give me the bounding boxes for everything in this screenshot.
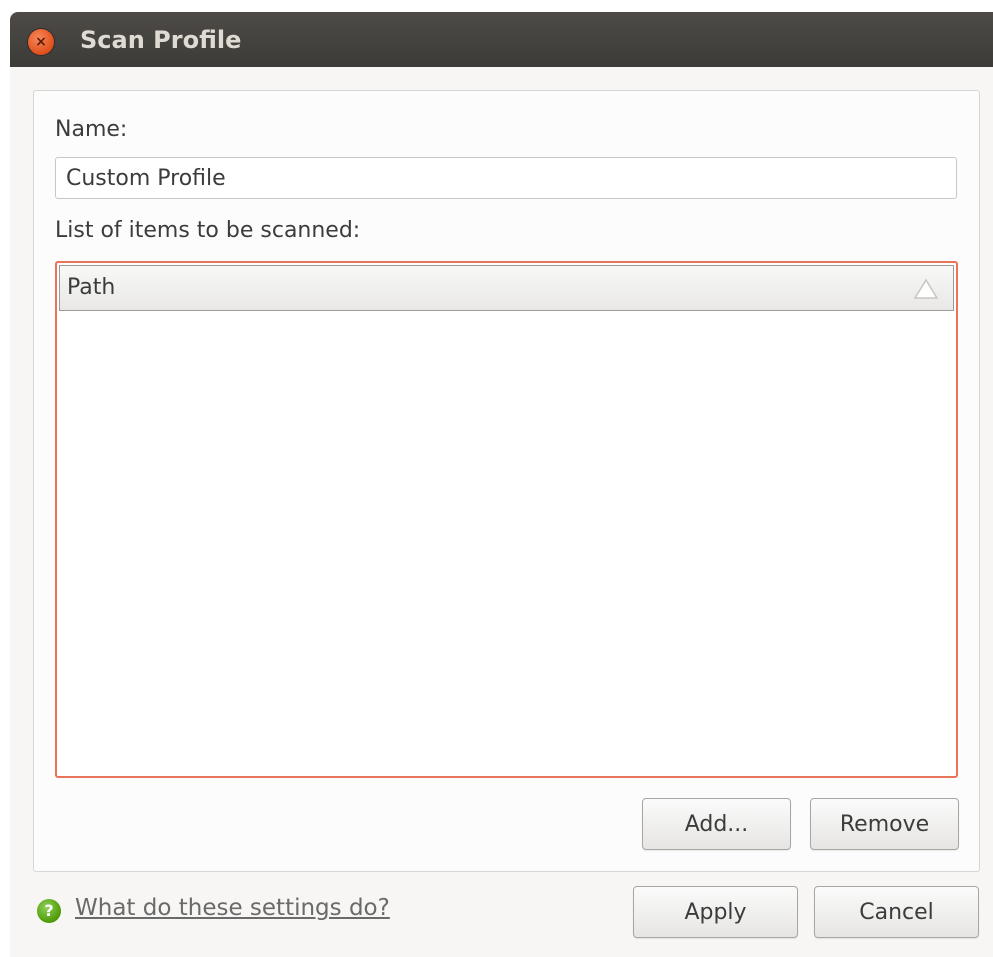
scan-items-label: List of items to be scanned: xyxy=(55,218,361,243)
add-button[interactable]: Add... xyxy=(642,798,791,850)
close-window-button[interactable]: × xyxy=(28,29,54,55)
sort-triangle-icon xyxy=(913,278,939,299)
path-column-label: Path xyxy=(67,275,116,300)
window-title: Scan Profile xyxy=(80,26,242,54)
scan-profile-dialog: × Scan Profile Name: List of items to be… xyxy=(10,12,993,957)
help-icon: ? xyxy=(37,899,61,923)
title-bar: × Scan Profile xyxy=(10,12,993,67)
profile-name-input[interactable] xyxy=(55,157,957,199)
apply-button[interactable]: Apply xyxy=(633,886,798,938)
remove-button[interactable]: Remove xyxy=(810,798,959,850)
path-column-header[interactable]: Path xyxy=(59,265,954,311)
name-label: Name: xyxy=(55,117,128,142)
profile-settings-panel: Name: List of items to be scanned: Path … xyxy=(33,90,980,872)
scan-items-list[interactable]: Path xyxy=(55,261,958,778)
cancel-button[interactable]: Cancel xyxy=(814,886,979,938)
close-icon: × xyxy=(35,34,47,50)
help-link[interactable]: What do these settings do? xyxy=(75,895,390,921)
